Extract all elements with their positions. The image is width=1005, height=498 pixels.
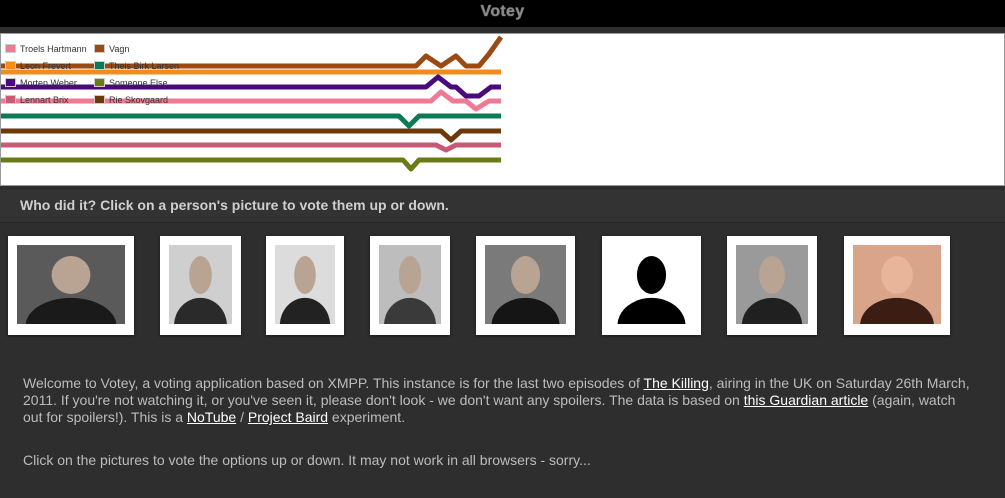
legend-label: Morten Weber <box>20 77 77 88</box>
portrait-woman-dark-hair-icon <box>853 245 941 324</box>
legend-label: Lennart Brix <box>20 94 69 105</box>
legend-swatch <box>94 95 105 104</box>
candidate-card[interactable] <box>602 236 701 335</box>
vote-chart: Troels Hartmann Vagn Leon Frevert Theis Bir… <box>0 33 1005 186</box>
legend-swatch <box>5 61 16 70</box>
chart-legend: Troels Hartmann Vagn Leon Frevert Theis Bir… <box>5 40 186 108</box>
intro-paragraph: Welcome to Votey, a voting application b… <box>23 375 973 426</box>
silhouette-unknown-icon <box>611 245 692 324</box>
candidate-card[interactable] <box>370 236 450 335</box>
portrait-man-bald-icon <box>275 245 335 324</box>
portrait-two-men-icon <box>485 245 566 324</box>
series-line <box>1 113 501 129</box>
legend-label: Leon Frevert <box>20 60 72 71</box>
app-title: Votey <box>480 3 525 20</box>
portrait-man-dark-jacket-icon <box>17 245 125 324</box>
candidate-card[interactable] <box>160 236 241 335</box>
series-line <box>1 157 501 172</box>
intro-text-1: Welcome to Votey, a voting application b… <box>23 375 644 391</box>
legend-swatch <box>5 78 16 87</box>
legend-swatch <box>94 44 105 53</box>
candidate-card[interactable] <box>8 236 134 335</box>
title-bar: Votey <box>0 0 1005 27</box>
legend-item: Someone Else <box>94 74 186 91</box>
browser-note: Click on the pictures to vote the option… <box>23 452 591 468</box>
guardian-article-link[interactable]: this Guardian article <box>744 392 869 408</box>
legend-label: Rie Skovgaard <box>109 94 169 105</box>
portrait-man-shaved-head-icon <box>736 245 808 324</box>
legend-item: Morten Weber <box>5 74 94 91</box>
legend-swatch <box>5 95 16 104</box>
legend-item: Rie Skovgaard <box>94 91 186 108</box>
candidate-card[interactable] <box>844 236 950 335</box>
legend-swatch <box>94 61 105 70</box>
legend-item: Vagn <box>94 40 186 57</box>
legend-swatch <box>94 78 105 87</box>
intro-separator: / <box>236 409 248 425</box>
portrait-man-curly-hair-icon <box>169 245 232 324</box>
legend-item: Lennart Brix <box>5 91 94 108</box>
legend-item: Troels Hartmann <box>5 40 94 57</box>
the-killing-link[interactable]: The Killing <box>644 375 709 391</box>
prompt-bar: Who did it? Click on a person's picture … <box>0 190 1005 223</box>
legend-item: Theis Birk Larsen <box>94 57 186 74</box>
legend-item: Leon Frevert <box>5 57 94 74</box>
vote-prompt: Who did it? Click on a person's picture … <box>20 197 449 213</box>
legend-label: Vagn <box>109 43 130 54</box>
legend-label: Theis Birk Larsen <box>109 60 180 71</box>
series-line <box>1 128 501 143</box>
notube-link[interactable]: NoTube <box>187 409 236 425</box>
candidate-card[interactable] <box>476 236 575 335</box>
portrait-man-grey-hair-icon <box>379 245 441 324</box>
candidate-card[interactable] <box>727 236 817 335</box>
legend-swatch <box>5 44 16 53</box>
project-baird-link[interactable]: Project Baird <box>248 409 328 425</box>
series-line <box>1 142 501 153</box>
legend-label: Someone Else <box>109 77 168 88</box>
legend-label: Troels Hartmann <box>20 43 87 54</box>
candidate-card[interactable] <box>266 236 344 335</box>
intro-text-4: experiment. <box>328 409 406 425</box>
